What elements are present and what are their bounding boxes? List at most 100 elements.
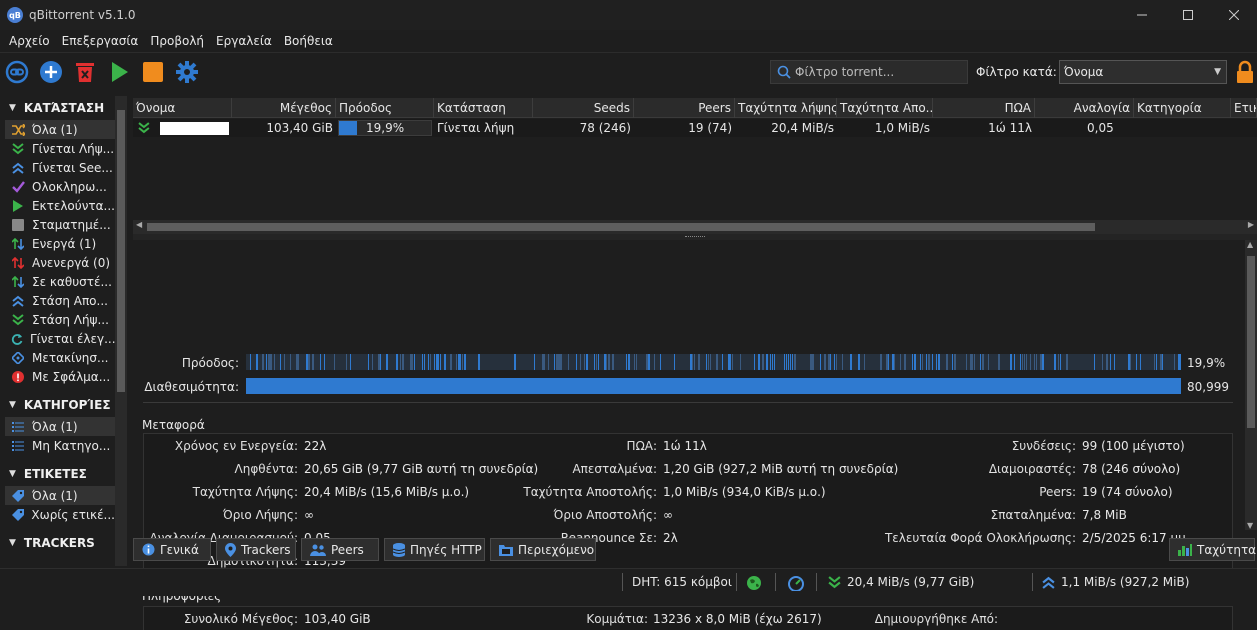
- details-scrollbar-thumb[interactable]: [1247, 256, 1255, 428]
- transfer-section-title: Μεταφορά: [142, 418, 205, 432]
- sidebar-status-item[interactable]: Μετακίνησ...: [5, 348, 115, 367]
- chevron-down-icon: ▼: [9, 469, 16, 479]
- table-row[interactable]: 103,40 GiB 19,9% Γίνεται λήψη 78 (246) 1…: [133, 119, 1257, 137]
- tags-header-label: ΕΤΙΚΕΤΕΣ: [23, 467, 87, 481]
- tab-peers[interactable]: Peers: [301, 538, 379, 561]
- column-size[interactable]: Μέγεθος: [232, 98, 336, 118]
- scroll-up-icon[interactable]: ▲: [1247, 240, 1253, 249]
- sidebar-status-item[interactable]: Σε καθυστέ...: [5, 272, 115, 291]
- start-button[interactable]: [102, 55, 136, 89]
- chevron-down-icon: ▼: [9, 103, 16, 113]
- scroll-right-icon[interactable]: ▶: [1248, 220, 1254, 229]
- filter-label: Φίλτρο κατά:: [976, 65, 1057, 79]
- lock-icon: [1237, 60, 1253, 83]
- column-name[interactable]: Όνομα: [133, 98, 232, 118]
- menu-edit[interactable]: Επεξεργασία: [56, 34, 145, 48]
- tab-content[interactable]: Περιεχόμενο: [490, 538, 596, 561]
- divider: [143, 402, 1233, 403]
- minimize-button[interactable]: [1119, 0, 1165, 30]
- column-eta[interactable]: ΠΩΑ: [933, 98, 1035, 118]
- delete-torrent-button[interactable]: [68, 55, 102, 89]
- connection-status-button[interactable]: [746, 575, 762, 591]
- search-input[interactable]: [795, 65, 960, 79]
- sidebar-status-item[interactable]: Γίνεται See...: [5, 158, 115, 177]
- column-tags[interactable]: Ετικ: [1231, 98, 1257, 118]
- transfer-value: 78 (246 σύνολο): [1082, 462, 1181, 476]
- sidebar-category-all[interactable]: Όλα (1): [5, 417, 115, 436]
- sidebar-status-item[interactable]: Στάση Απο...: [5, 291, 115, 310]
- up-down-arrows-red-icon: [11, 256, 25, 269]
- scroll-down-icon[interactable]: ▼: [1247, 521, 1253, 530]
- lock-button[interactable]: [1235, 60, 1255, 87]
- stop-button[interactable]: [136, 55, 170, 89]
- sidebar-status-item[interactable]: Ολοκληρω...: [5, 177, 115, 196]
- sidebar: ▼ ΚΑΤΆΣΤΑΣΗ Όλα (1) Γίνεται Λήψ... Γίνεται …: [5, 96, 127, 566]
- close-button[interactable]: [1211, 0, 1257, 30]
- tab-general[interactable]: Γενικά: [133, 538, 211, 561]
- transfer-label: Διαμοιραστές:: [988, 462, 1076, 476]
- sidebar-tag-untagged[interactable]: Χωρίς ετικέ...: [5, 505, 115, 524]
- transfer-value: 7,8 MiB: [1082, 508, 1127, 522]
- details-vertical-scrollbar[interactable]: ▲ ▼: [1245, 240, 1257, 530]
- sidebar-category-uncategorized[interactable]: Μη Κατηγο...: [5, 436, 115, 455]
- sidebar-status-label: Γίνεται Λήψ...: [32, 141, 115, 156]
- maximize-button[interactable]: [1165, 0, 1211, 30]
- column-status[interactable]: Κατάσταση: [434, 98, 533, 118]
- menu-view[interactable]: Προβολή: [144, 34, 210, 48]
- sidebar-status-item[interactable]: Όλα (1): [5, 120, 115, 139]
- sidebar-status-label: Μετακίνησ...: [32, 350, 109, 365]
- sidebar-status-item[interactable]: Γίνεται έλεγ...: [5, 329, 115, 348]
- sidebar-scrollbar-thumb[interactable]: [117, 110, 125, 392]
- categories-header[interactable]: ▼ ΚΑΤΗΓΟΡΊΕΣ: [5, 393, 127, 417]
- minimize-icon: [1137, 14, 1147, 16]
- column-seeds[interactable]: Seeds: [533, 98, 634, 118]
- upload-speed-status[interactable]: 1,1 MiB/s (927,2 MiB): [1042, 575, 1189, 589]
- sidebar-status-item[interactable]: Στάση Λήψ...: [5, 310, 115, 329]
- sidebar-status-item[interactable]: Ενεργά (1): [5, 234, 115, 253]
- transfer-value: 1,0 MiB/s (934,0 KiB/s μ.ο.): [663, 485, 826, 499]
- sidebar-status-label: Στάση Λήψ...: [32, 312, 109, 327]
- column-ratio[interactable]: Αναλογία: [1035, 98, 1134, 118]
- transfer-label: Απεσταλμένα:: [572, 462, 657, 476]
- tab-http-sources[interactable]: Πηγές HTTP: [384, 538, 485, 561]
- status-header[interactable]: ▼ ΚΑΤΆΣΤΑΣΗ: [5, 96, 127, 120]
- sidebar-status-item[interactable]: Σταματημέ...: [5, 215, 115, 234]
- options-button[interactable]: [170, 55, 204, 89]
- sidebar-status-item[interactable]: Με Σφάλμα...: [5, 367, 115, 386]
- add-torrent-link-button[interactable]: [0, 55, 34, 89]
- trackers-header[interactable]: ▼ TRACKERS: [5, 531, 127, 555]
- table-scrollbar-thumb[interactable]: [147, 223, 1095, 231]
- sidebar-scrollbar[interactable]: [115, 96, 127, 566]
- column-category[interactable]: Κατηγορία: [1134, 98, 1231, 118]
- sidebar-status-item[interactable]: Ανενεργά (0): [5, 253, 115, 272]
- column-progress[interactable]: Πρόοδος: [336, 98, 434, 118]
- filter-select[interactable]: Όνομα ▼: [1059, 60, 1227, 84]
- scroll-left-icon[interactable]: ◀: [136, 220, 142, 229]
- cell-status: Γίνεται λήψη: [437, 121, 515, 135]
- column-down-speed[interactable]: Ταχύτητα λήψης: [735, 98, 837, 118]
- splitter-grip-icon: [685, 236, 705, 238]
- table-horizontal-scrollbar[interactable]: ◀ ▶: [133, 220, 1257, 234]
- download-speed-status[interactable]: 20,4 MiB/s (9,77 GiB): [828, 575, 974, 589]
- redacted-name: [159, 121, 229, 135]
- tab-http-sources-label: Πηγές HTTP: [410, 542, 482, 557]
- speed-tab[interactable]: Ταχύτητα: [1169, 538, 1257, 561]
- speed-tab-label: Ταχύτητα: [1197, 542, 1257, 557]
- sidebar-tag-all[interactable]: Όλα (1): [5, 486, 115, 505]
- tab-general-label: Γενικά: [160, 542, 199, 557]
- pieces-progress-bar: [246, 354, 1181, 370]
- menu-tools[interactable]: Εργαλεία: [210, 34, 278, 48]
- menu-file[interactable]: Αρχείο: [3, 34, 56, 48]
- sidebar-status-item[interactable]: Εκτελούντα...: [5, 196, 115, 215]
- divider: [775, 573, 776, 591]
- tags-header[interactable]: ▼ ΕΤΙΚΕΤΕΣ: [5, 462, 127, 486]
- column-up-speed[interactable]: Ταχύτητα Απο...: [837, 98, 933, 118]
- add-torrent-file-button[interactable]: [34, 55, 68, 89]
- tab-trackers[interactable]: Trackers: [216, 538, 296, 561]
- alt-speed-button[interactable]: [788, 575, 804, 591]
- sidebar-status-item[interactable]: Γίνεται Λήψ...: [5, 139, 115, 158]
- double-chevron-down-icon: [828, 575, 841, 588]
- column-peers[interactable]: Peers: [634, 98, 735, 118]
- menu-help[interactable]: Βοήθεια: [278, 34, 339, 48]
- progress-label: Πρόοδος:: [181, 356, 239, 370]
